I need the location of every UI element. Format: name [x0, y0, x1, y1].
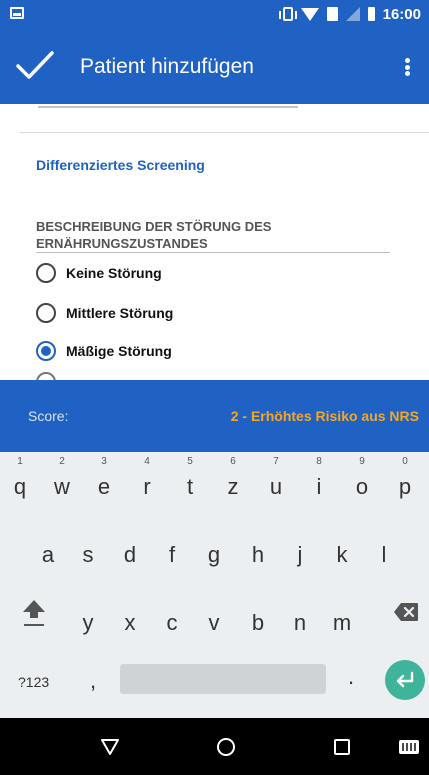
comma-key[interactable]: , — [90, 668, 96, 694]
key-z[interactable]: 6z — [213, 456, 253, 506]
question-label: BESCHREIBUNG DER STÖRUNG DES ERNÄHRUNGSZ… — [36, 219, 272, 251]
question-underline — [36, 252, 390, 253]
back-icon[interactable] — [100, 738, 120, 756]
key-l[interactable]: l — [364, 524, 404, 574]
key-y[interactable]: y — [68, 592, 108, 642]
status-icons: 16:00 — [278, 4, 421, 24]
enter-icon — [396, 671, 414, 688]
key-a[interactable]: a — [28, 524, 68, 574]
divider — [20, 132, 429, 133]
vibrate-icon — [278, 7, 297, 21]
key-f[interactable]: f — [152, 524, 192, 574]
key-k[interactable]: k — [322, 524, 362, 574]
key-n[interactable]: n — [280, 592, 320, 642]
score-bar: Score: 2 - Erhöhtes Risiko aus NRS — [0, 380, 429, 452]
option-keine-stoerung[interactable]: Keine Störung — [36, 262, 162, 284]
screenshot-icon — [10, 7, 24, 19]
key-x[interactable]: x — [110, 592, 150, 642]
score-label: Score: — [28, 408, 69, 424]
radio-button-selected[interactable] — [36, 341, 56, 361]
key-b[interactable]: b — [238, 592, 278, 642]
form-content[interactable]: Differenziertes Screening BESCHREIBUNG D… — [0, 104, 429, 380]
key-q[interactable]: 1q — [0, 456, 40, 506]
key-e[interactable]: 3e — [84, 456, 124, 506]
key-v[interactable]: v — [194, 592, 234, 642]
keyboard-switch-icon[interactable] — [399, 740, 419, 754]
key-m[interactable]: m — [322, 592, 362, 642]
option-label: Mittlere Störung — [66, 305, 174, 321]
status-time: 16:00 — [382, 5, 421, 23]
key-d[interactable]: d — [110, 524, 150, 574]
key-h[interactable]: h — [238, 524, 278, 574]
key-g[interactable]: g — [194, 524, 234, 574]
signal-icon — [345, 7, 360, 21]
radio-button[interactable] — [36, 303, 56, 323]
recents-icon[interactable] — [334, 739, 350, 755]
spacebar[interactable] — [120, 664, 326, 694]
key-w[interactable]: 2w — [42, 456, 82, 506]
sim-data-icon — [326, 7, 338, 21]
section-title: Differenziertes Screening — [36, 157, 205, 173]
option-maessige-stoerung[interactable]: Mäßige Störung — [36, 340, 172, 362]
key-p[interactable]: 0p — [385, 456, 425, 506]
option-label: Keine Störung — [66, 265, 162, 281]
check-icon[interactable] — [16, 50, 54, 80]
option-label: Mäßige Störung — [66, 343, 172, 359]
overflow-menu-icon[interactable] — [399, 56, 415, 78]
keyboard-row-3: y x c v b n m — [0, 592, 429, 642]
radio-button[interactable] — [36, 372, 56, 380]
key-j[interactable]: j — [280, 524, 320, 574]
score-value: 2 - Erhöhtes Risiko aus NRS — [230, 408, 419, 424]
key-r[interactable]: 4r — [127, 456, 167, 506]
key-o[interactable]: 9o — [342, 456, 382, 506]
key-s[interactable]: s — [68, 524, 108, 574]
home-icon[interactable] — [217, 738, 235, 756]
keyboard-row-1: 1q 2w 3e 4r 5t 6z 7u 8i 9o 0p — [0, 456, 429, 506]
status-bar: 16:00 — [0, 0, 429, 28]
backspace-icon[interactable] — [393, 602, 419, 622]
enter-key[interactable] — [385, 660, 425, 700]
symbols-key[interactable]: ?123 — [18, 674, 49, 690]
key-c[interactable]: c — [152, 592, 192, 642]
app-bar: Patient hinzufügen — [0, 28, 429, 104]
battery-icon — [367, 7, 375, 21]
wifi-icon — [300, 7, 319, 21]
key-t[interactable]: 5t — [170, 456, 210, 506]
soft-keyboard: 1q 2w 3e 4r 5t 6z 7u 8i 9o 0p a s d f g … — [0, 452, 429, 718]
scrolled-row-edge — [38, 104, 298, 108]
option-mittlere-stoerung[interactable]: Mittlere Störung — [36, 302, 173, 324]
keyboard-row-2: a s d f g h j k l — [0, 524, 429, 574]
period-key[interactable]: . — [348, 664, 354, 690]
radio-button[interactable] — [36, 263, 56, 283]
key-i[interactable]: 8i — [299, 456, 339, 506]
navigation-bar — [0, 718, 429, 775]
key-u[interactable]: 7u — [256, 456, 296, 506]
page-title: Patient hinzufügen — [80, 55, 254, 78]
